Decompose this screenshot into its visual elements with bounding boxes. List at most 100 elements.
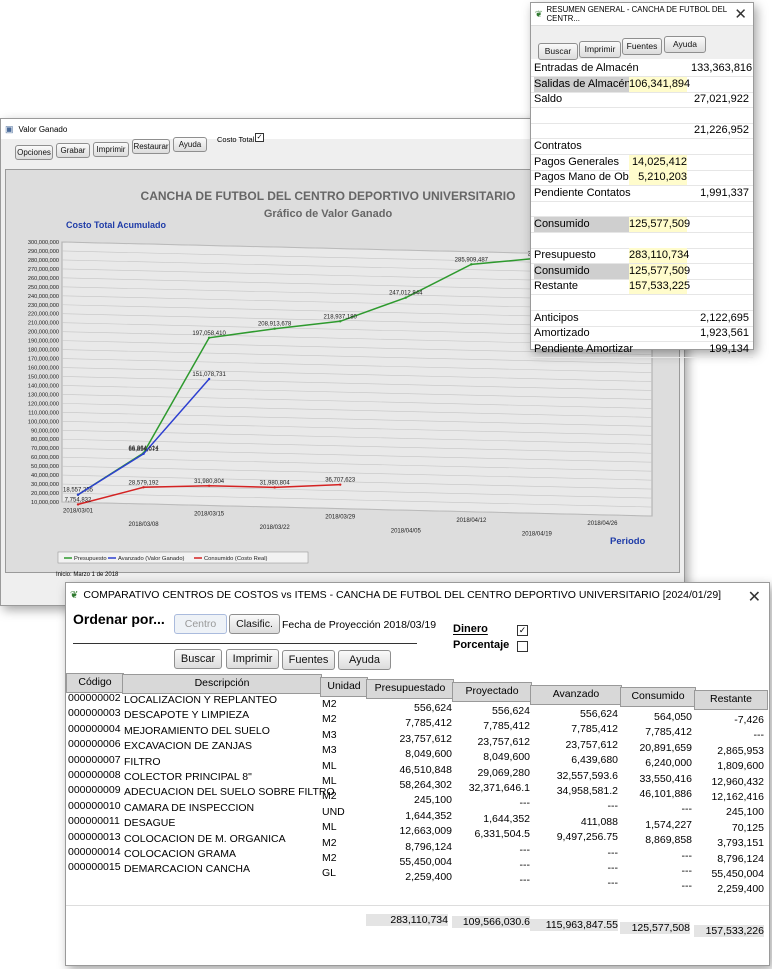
x-tick-label: 2018/03/22 (260, 525, 291, 531)
close-icon[interactable]: ✕ (748, 587, 761, 607)
start-date: Inicio: Marzo 1 de 2018 (56, 572, 119, 578)
centro-button[interactable]: Centro (174, 614, 227, 634)
buscar-button[interactable]: Buscar (174, 649, 222, 669)
item-presupuestado: 12,663,009 (399, 825, 452, 838)
resumen-title: RESUMEN GENERAL - CANCHA DE FUTBOL DEL C… (546, 5, 727, 23)
imprimir-button[interactable]: Imprimir (226, 649, 279, 669)
dinero-checkbox[interactable]: ✓ (517, 625, 528, 636)
data-label: 247,012,844 (389, 291, 423, 297)
col-header-presupuestado[interactable]: Presupuestado (366, 679, 454, 699)
item-proyectado: 1,644,352 (483, 812, 530, 825)
app-icon: ▣ (5, 123, 14, 134)
item-avanzado: --- (607, 861, 619, 874)
item-avanzado: 34,958,581.2 (556, 784, 618, 797)
x-tick-label: 2018/03/08 (129, 522, 160, 528)
chart-subtitle: Gráfico de Valor Ganado (264, 208, 393, 220)
costo-total-label: Costo Total (217, 135, 255, 144)
y-tick-label: 230,000,000 (28, 303, 59, 309)
item-unit: M2 (322, 851, 337, 864)
item-unit: M2 (322, 698, 337, 710)
resumen-row-total: 21,226,952 (693, 124, 749, 137)
porcentaje-checkbox[interactable] (517, 641, 528, 652)
opciones-button[interactable]: Opciones (15, 145, 53, 160)
chart-title: CANCHA DE FUTBOL DEL CENTRO DEPORTIVO UN… (141, 189, 516, 203)
data-point (273, 486, 276, 489)
item-avanzado: 23,757,612 (565, 738, 618, 751)
item-consumido: 6,240,000 (645, 757, 692, 770)
y-tick-label: 10,000,000 (31, 500, 59, 506)
table-grid-line (66, 905, 769, 906)
item-avanzado: --- (607, 846, 619, 859)
data-label: 285,909,487 (455, 257, 489, 263)
row-divider (531, 200, 753, 202)
item-restante: 245,100 (726, 806, 764, 819)
resumen-row-label: Contratos (534, 140, 582, 152)
ayuda-button[interactable]: Ayuda (173, 137, 207, 152)
data-point (207, 336, 211, 339)
item-code: 000000008 (68, 768, 121, 781)
fuentes-button[interactable]: Fuentes (622, 38, 662, 55)
item-restante: 8,796,124 (717, 852, 764, 865)
data-label: 151,078,731 (192, 372, 226, 378)
imprimir-button[interactable]: Imprimir (579, 41, 621, 58)
grabar-button[interactable]: Grabar (56, 143, 90, 158)
item-restante: 70,125 (731, 821, 764, 834)
resumen-row-label: Saldo (534, 93, 563, 106)
y-tick-label: 240,000,000 (28, 294, 59, 300)
item-restante: 3,793,151 (717, 837, 764, 850)
resumen-row-value: 106,341,894 (629, 76, 691, 92)
clasif-button[interactable]: Clasific. (229, 614, 280, 634)
item-presupuestado: 8,796,124 (405, 840, 452, 853)
comparativo-title: COMPARATIVO CENTROS DE COSTOS vs ITEMS -… (83, 589, 722, 601)
item-consumido: 8,869,858 (645, 834, 692, 847)
item-unit: UND (322, 805, 345, 818)
item-restante: 1,809,600 (717, 760, 764, 773)
item-consumido: --- (681, 880, 693, 893)
data-label: 31,980,804 (260, 480, 291, 486)
x-tick-label: 2018/04/19 (522, 531, 553, 537)
col-header-proyectado[interactable]: Proyectado (452, 682, 532, 702)
buscar-button[interactable]: Buscar (538, 43, 578, 60)
costo-total-checkbox[interactable]: ✓ (255, 133, 264, 142)
item-restante: 2,865,953 (717, 744, 764, 757)
resumen-row-label: Pagos Mano de Obra (534, 171, 639, 184)
item-avanzado: --- (607, 800, 619, 813)
data-point (76, 493, 80, 496)
imprimir-button[interactable]: Imprimir (93, 142, 129, 157)
item-unit: M2 (322, 790, 337, 803)
y-tick-label: 160,000,000 (28, 366, 59, 372)
col-header-avanzado[interactable]: Avanzado (530, 685, 622, 705)
ayuda-button[interactable]: Ayuda (664, 36, 706, 53)
x-tick-label: 2018/04/26 (587, 521, 618, 527)
leaf-icon: ❦ (70, 589, 79, 601)
col-header-restante[interactable]: Restante (694, 690, 768, 710)
y-tick-label: 140,000,000 (28, 383, 59, 389)
resumen-row-value: 125,577,509 (629, 263, 691, 279)
item-code: 000000002 (68, 692, 121, 704)
item-description: FILTRO (124, 755, 161, 768)
x-tick-label: 2018/03/01 (63, 508, 94, 514)
resumen-row-total: 133,363,816 (691, 62, 753, 74)
item-unit: M2 (322, 836, 337, 849)
resumen-row-value: 14,025,412 (629, 154, 687, 170)
total-restante: 157,533,226 (694, 925, 764, 937)
col-header-consumido[interactable]: Consumido (620, 687, 696, 707)
fuentes-button[interactable]: Fuentes (282, 650, 335, 670)
item-avanzado: 556,624 (580, 708, 618, 720)
col-header-descripcion[interactable]: Descripción (122, 674, 322, 694)
avanzado-column: 556,624 7,785,412 23,757,612 6,439,680 32,55… (530, 707, 618, 892)
item-consumido: --- (681, 803, 693, 816)
close-icon[interactable]: ✕ (734, 5, 747, 23)
item-presupuestado: 55,450,004 (399, 855, 452, 868)
y-tick-label: 210,000,000 (28, 321, 59, 327)
restaurar-button[interactable]: Restaurar (132, 139, 170, 154)
y-tick-label: 90,000,000 (31, 428, 59, 434)
data-point (207, 484, 211, 487)
ayuda-button[interactable]: Ayuda (338, 650, 391, 670)
item-avanzado: 9,497,256.75 (556, 831, 618, 844)
col-header-codigo[interactable]: Código (66, 673, 124, 693)
row-divider (531, 232, 753, 233)
resumen-row-label: Anticipos (534, 311, 579, 324)
item-presupuestado: 556,624 (414, 702, 452, 714)
item-restante: 55,450,004 (711, 867, 764, 880)
